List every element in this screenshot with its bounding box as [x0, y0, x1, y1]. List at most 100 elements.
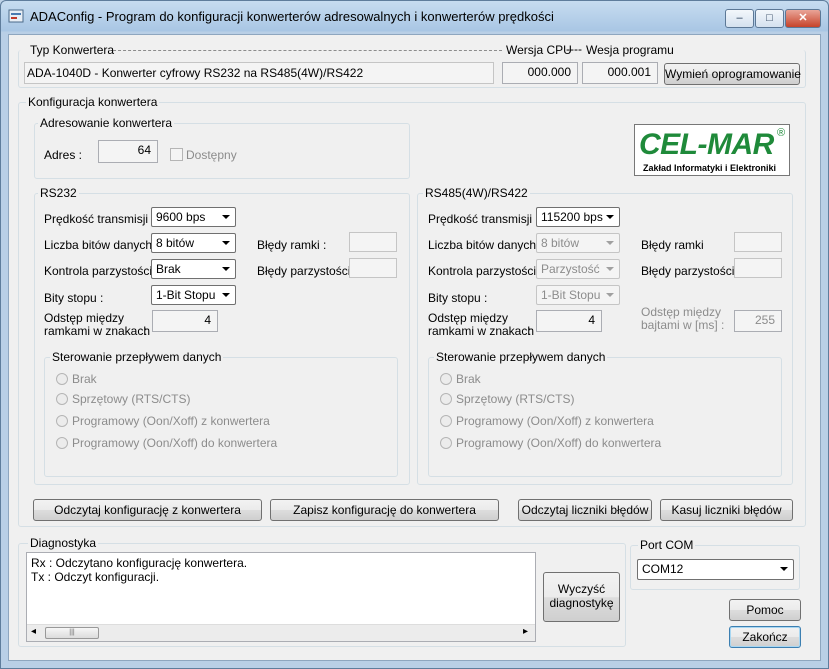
minimize-icon: – [736, 12, 743, 24]
app-icon [8, 9, 24, 23]
rs485-flow-hw-radio[interactable] [440, 393, 452, 405]
logo-subtitle: Zakład Informatyki i Elektroniki [643, 163, 777, 173]
rs485-stop-value: 1-Bit Stopu [541, 288, 601, 302]
update-firmware-button[interactable]: Wymień oprogramowanie [664, 63, 801, 85]
rs485-flow-none-label: Brak [456, 372, 481, 386]
read-error-counters-button[interactable]: Odczytaj liczniki błędów [518, 499, 652, 521]
rs232-parity-errors-field [349, 258, 397, 278]
port-com-title: Port COM [638, 538, 696, 552]
rs485-parity-label: Kontrola parzystości : [428, 264, 543, 278]
rs485-bits-select[interactable]: 8 bitów [536, 233, 620, 253]
rs485-speed-select[interactable]: 115200 bps [536, 207, 620, 227]
rs485-parity-errors-label: Błędy parzystości [641, 264, 735, 278]
cel-mar-logo: CEL-MAR ® Zakład Informatyki i Elektroni… [634, 124, 790, 176]
rs232-flow-sw-to-label: Programowy (Oon/Xoff) do konwertera [72, 436, 278, 450]
rs485-frame-errors-label: Błędy ramki [641, 238, 704, 252]
rs232-parity-label: Kontrola parzystości : [44, 264, 159, 278]
log-line: Tx : Odczyt konfiguracji. [31, 570, 160, 584]
available-checkbox[interactable] [170, 148, 183, 161]
chevron-down-icon [780, 567, 788, 571]
rs232-flow-hw-label: Sprzętowy (RTS/CTS) [72, 392, 191, 406]
rs485-flow-none-radio[interactable] [440, 373, 452, 385]
clear-diagnostics-button[interactable]: Wyczyść diagnostykę [543, 572, 620, 622]
rs485-flow-sw-from-label: Programowy (Oon/Xoff) z konwertera [456, 414, 654, 428]
scroll-left-icon[interactable]: ◂ [31, 626, 36, 637]
rs485-parity-select[interactable]: Parzystość [536, 259, 620, 279]
horizontal-scrollbar[interactable]: ◂ ||| ▸ [27, 624, 535, 641]
rs232-gap-field[interactable]: 4 [152, 310, 218, 332]
rs485-flow-sw-to-radio[interactable] [440, 437, 452, 449]
port-com-select[interactable]: COM12 [637, 559, 794, 580]
chevron-down-icon [222, 267, 230, 271]
chevron-down-icon [606, 293, 614, 297]
rs485-speed-label: Prędkość transmisji : [428, 212, 539, 226]
rs232-flow-hw-radio[interactable] [56, 393, 68, 405]
rs232-flow-sw-to-radio[interactable] [56, 437, 68, 449]
close-icon: ✕ [798, 12, 808, 24]
rs485-parity-errors-field [734, 258, 782, 278]
close-window-button[interactable]: ✕ [785, 9, 821, 28]
address-field[interactable]: 64 [98, 140, 158, 163]
chevron-down-icon [222, 241, 230, 245]
rs485-stop-select[interactable]: 1-Bit Stopu [536, 285, 620, 305]
log-line: Rx : Odczytano konfigurację konwertera. [31, 556, 248, 570]
rs232-speed-select[interactable]: 9600 bps [151, 207, 236, 227]
rs232-stop-value: 1-Bit Stopu [156, 288, 216, 302]
rs232-group-title: RS232 [38, 186, 79, 200]
rs485-stop-label: Bity stopu : [428, 291, 488, 305]
address-label: Adres : [44, 148, 83, 162]
rs485-flow-title: Sterowanie przepływem danych [434, 350, 608, 364]
rs232-parity-errors-label: Błędy parzystości : [257, 264, 358, 278]
read-config-button[interactable]: Odczytaj konfigurację z konwertera [33, 499, 262, 521]
rs232-bits-value: 8 bitów [156, 236, 195, 250]
maximize-button[interactable]: □ [755, 9, 784, 28]
chevron-down-icon [222, 215, 230, 219]
rs232-parity-select[interactable]: Brak [151, 259, 236, 279]
window-title: ADAConfig - Program do konfiguracji konw… [30, 9, 554, 24]
scroll-right-icon[interactable]: ▸ [523, 626, 528, 637]
rs485-gap-label-2: ramkami w znakach [428, 324, 535, 338]
rs232-flow-none-radio[interactable] [56, 373, 68, 385]
rs485-speed-value: 115200 bps [541, 210, 603, 224]
rs232-bits-select[interactable]: 8 bitów [151, 233, 236, 253]
rs232-frame-errors-field [349, 232, 397, 252]
config-group-title: Konfiguracja konwertera [26, 95, 160, 109]
rs232-speed-value: 9600 bps [156, 210, 206, 224]
chevron-down-icon [606, 215, 614, 219]
rs232-flow-sw-from-radio[interactable] [56, 415, 68, 427]
clear-error-counters-button[interactable]: Kasuj liczniki błędów [660, 499, 793, 521]
addressing-group-title: Adresowanie konwertera [38, 116, 175, 130]
cpu-version-field: 000.000 [502, 62, 578, 84]
rs232-frame-errors-label: Błędy ramki : [257, 238, 327, 252]
rs485-byte-gap-field[interactable]: 255 [734, 310, 782, 332]
maximize-icon: □ [766, 12, 773, 24]
port-com-value: COM12 [642, 562, 684, 576]
rs232-flow-sw-from-label: Programowy (Oon/Xoff) z konwertera [72, 414, 270, 428]
scroll-thumb[interactable]: ||| [45, 627, 99, 639]
available-label: Dostępny [186, 148, 237, 162]
rs485-flow-sw-from-radio[interactable] [440, 415, 452, 427]
program-version-field: 000.001 [582, 62, 658, 84]
minimize-button[interactable]: – [725, 9, 754, 28]
rs485-bits-value: 8 bitów [541, 236, 580, 250]
logo-registered: ® [777, 127, 786, 139]
rs232-flow-none-label: Brak [72, 372, 97, 386]
rs232-gap-colon: : [144, 324, 148, 338]
converter-type-field: ADA-1040D - Konwerter cyfrowy RS232 na R… [24, 62, 494, 84]
rs232-gap-label-1: Odstęp między [44, 311, 125, 325]
title-bar[interactable]: ADAConfig - Program do konfiguracji konw… [0, 0, 829, 34]
clear-diagnostics-label-1: Wyczyść [557, 582, 606, 596]
write-config-button[interactable]: Zapisz konfigurację do konwertera [270, 499, 499, 521]
rs485-parity-value: Parzystość [541, 262, 600, 276]
help-button[interactable]: Pomoc [729, 599, 801, 621]
rs485-byte-gap-label-2: bajtami w [ms] : [641, 318, 725, 332]
rs232-speed-label: Prędkość transmisji : [44, 212, 155, 226]
chevron-down-icon [606, 267, 614, 271]
diagnostics-log[interactable]: Rx : Odczytano konfigurację konwertera. … [26, 552, 536, 642]
rs232-flow-title: Sterowanie przepływem danych [50, 350, 224, 364]
rs485-frame-errors-field [734, 232, 782, 252]
diagnostics-title: Diagnostyka [28, 536, 99, 550]
rs232-stop-select[interactable]: 1-Bit Stopu [151, 285, 236, 305]
close-button[interactable]: Zakończ [729, 626, 801, 648]
rs485-gap-field[interactable]: 4 [536, 310, 602, 332]
